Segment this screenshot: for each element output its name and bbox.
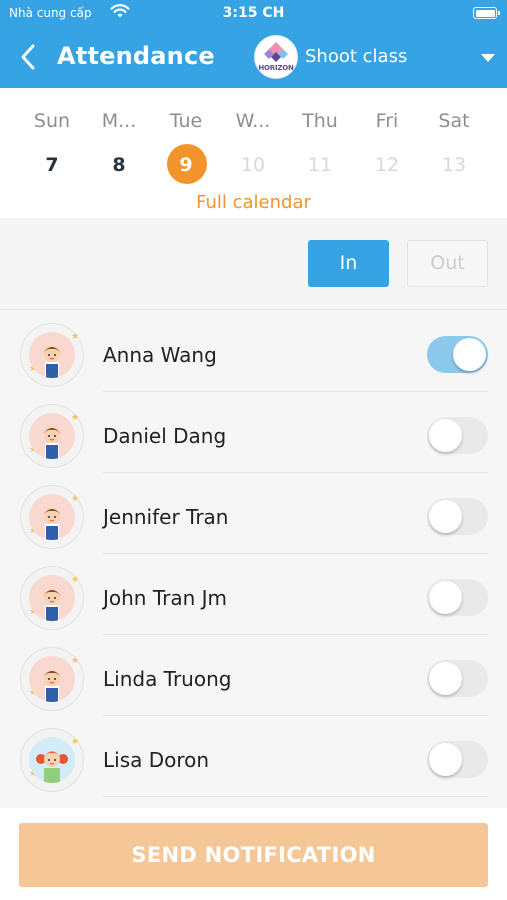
attendance-toggle[interactable]: [427, 417, 488, 454]
attendance-toggle[interactable]: [427, 498, 488, 535]
boy-avatar: ★ ★: [20, 404, 84, 468]
send-notification-button[interactable]: SEND NOTIFICATION: [19, 823, 488, 887]
page-title: Attendance: [57, 42, 215, 70]
day-number[interactable]: 10: [220, 154, 286, 176]
list-item: ★ ★ Anna Wang: [0, 311, 507, 392]
student-name: Linda Truong: [103, 667, 232, 691]
boy-avatar: ★ ★: [20, 323, 84, 387]
list-item: ★ ★ Lisa Doron: [0, 716, 507, 797]
day-number[interactable]: 7: [19, 154, 85, 176]
horizon-logo-icon: [264, 42, 288, 62]
boy-avatar: ★ ★: [20, 647, 84, 711]
full-calendar-link[interactable]: Full calendar: [0, 192, 507, 213]
list-item: ★ ★ John Tran Jm: [0, 554, 507, 635]
class-selector-label[interactable]: Shoot class: [305, 46, 407, 67]
student-name: John Tran Jm: [103, 586, 228, 610]
boy-avatar: ★ ★: [20, 566, 84, 630]
student-name: Daniel Dang: [103, 424, 227, 448]
navigation-bar: Nhà cung cấp 3:15 CH Attendance HORIZON …: [0, 0, 507, 88]
student-list: ★ ★ Anna Wang ★ ★ Daniel Dang ★ ★: [0, 311, 507, 797]
in-button[interactable]: In: [308, 240, 389, 287]
day-number[interactable]: 11: [287, 154, 353, 176]
girl-avatar: ★ ★: [20, 728, 84, 792]
chevron-left-icon[interactable]: [18, 43, 40, 71]
list-item: ★ ★ Daniel Dang: [0, 392, 507, 473]
boy-avatar: ★ ★: [20, 485, 84, 549]
out-button[interactable]: Out: [407, 240, 488, 287]
student-name: Lisa Doron: [103, 748, 210, 772]
caret-down-icon[interactable]: [481, 54, 495, 62]
list-item: ★ ★ Jennifer Tran: [0, 473, 507, 554]
battery-icon: [473, 7, 500, 19]
day-number[interactable]: 13: [421, 154, 487, 176]
class-logo-text: HORIZON: [258, 64, 294, 72]
clock: 3:15 CH: [222, 5, 285, 21]
attendance-toggle[interactable]: [427, 741, 488, 778]
class-logo[interactable]: HORIZON: [254, 35, 298, 79]
week-dates: 7 8 9 10 11 12 13 Full calendar: [0, 88, 507, 218]
footer-bar: SEND NOTIFICATION: [0, 808, 507, 900]
student-name: Anna Wang: [103, 343, 217, 367]
attendance-toggle[interactable]: [427, 579, 488, 616]
day-number[interactable]: 12: [354, 154, 420, 176]
in-out-filter: In Out: [0, 218, 507, 310]
attendance-toggle[interactable]: [427, 660, 488, 697]
day-number[interactable]: 8: [86, 154, 152, 176]
day-number-selected[interactable]: 9: [153, 154, 219, 176]
student-name: Jennifer Tran: [103, 505, 229, 529]
attendance-toggle[interactable]: [427, 336, 488, 373]
list-item: ★ ★ Linda Truong: [0, 635, 507, 716]
status-bar: Nhà cung cấp 3:15 CH: [0, 0, 507, 28]
